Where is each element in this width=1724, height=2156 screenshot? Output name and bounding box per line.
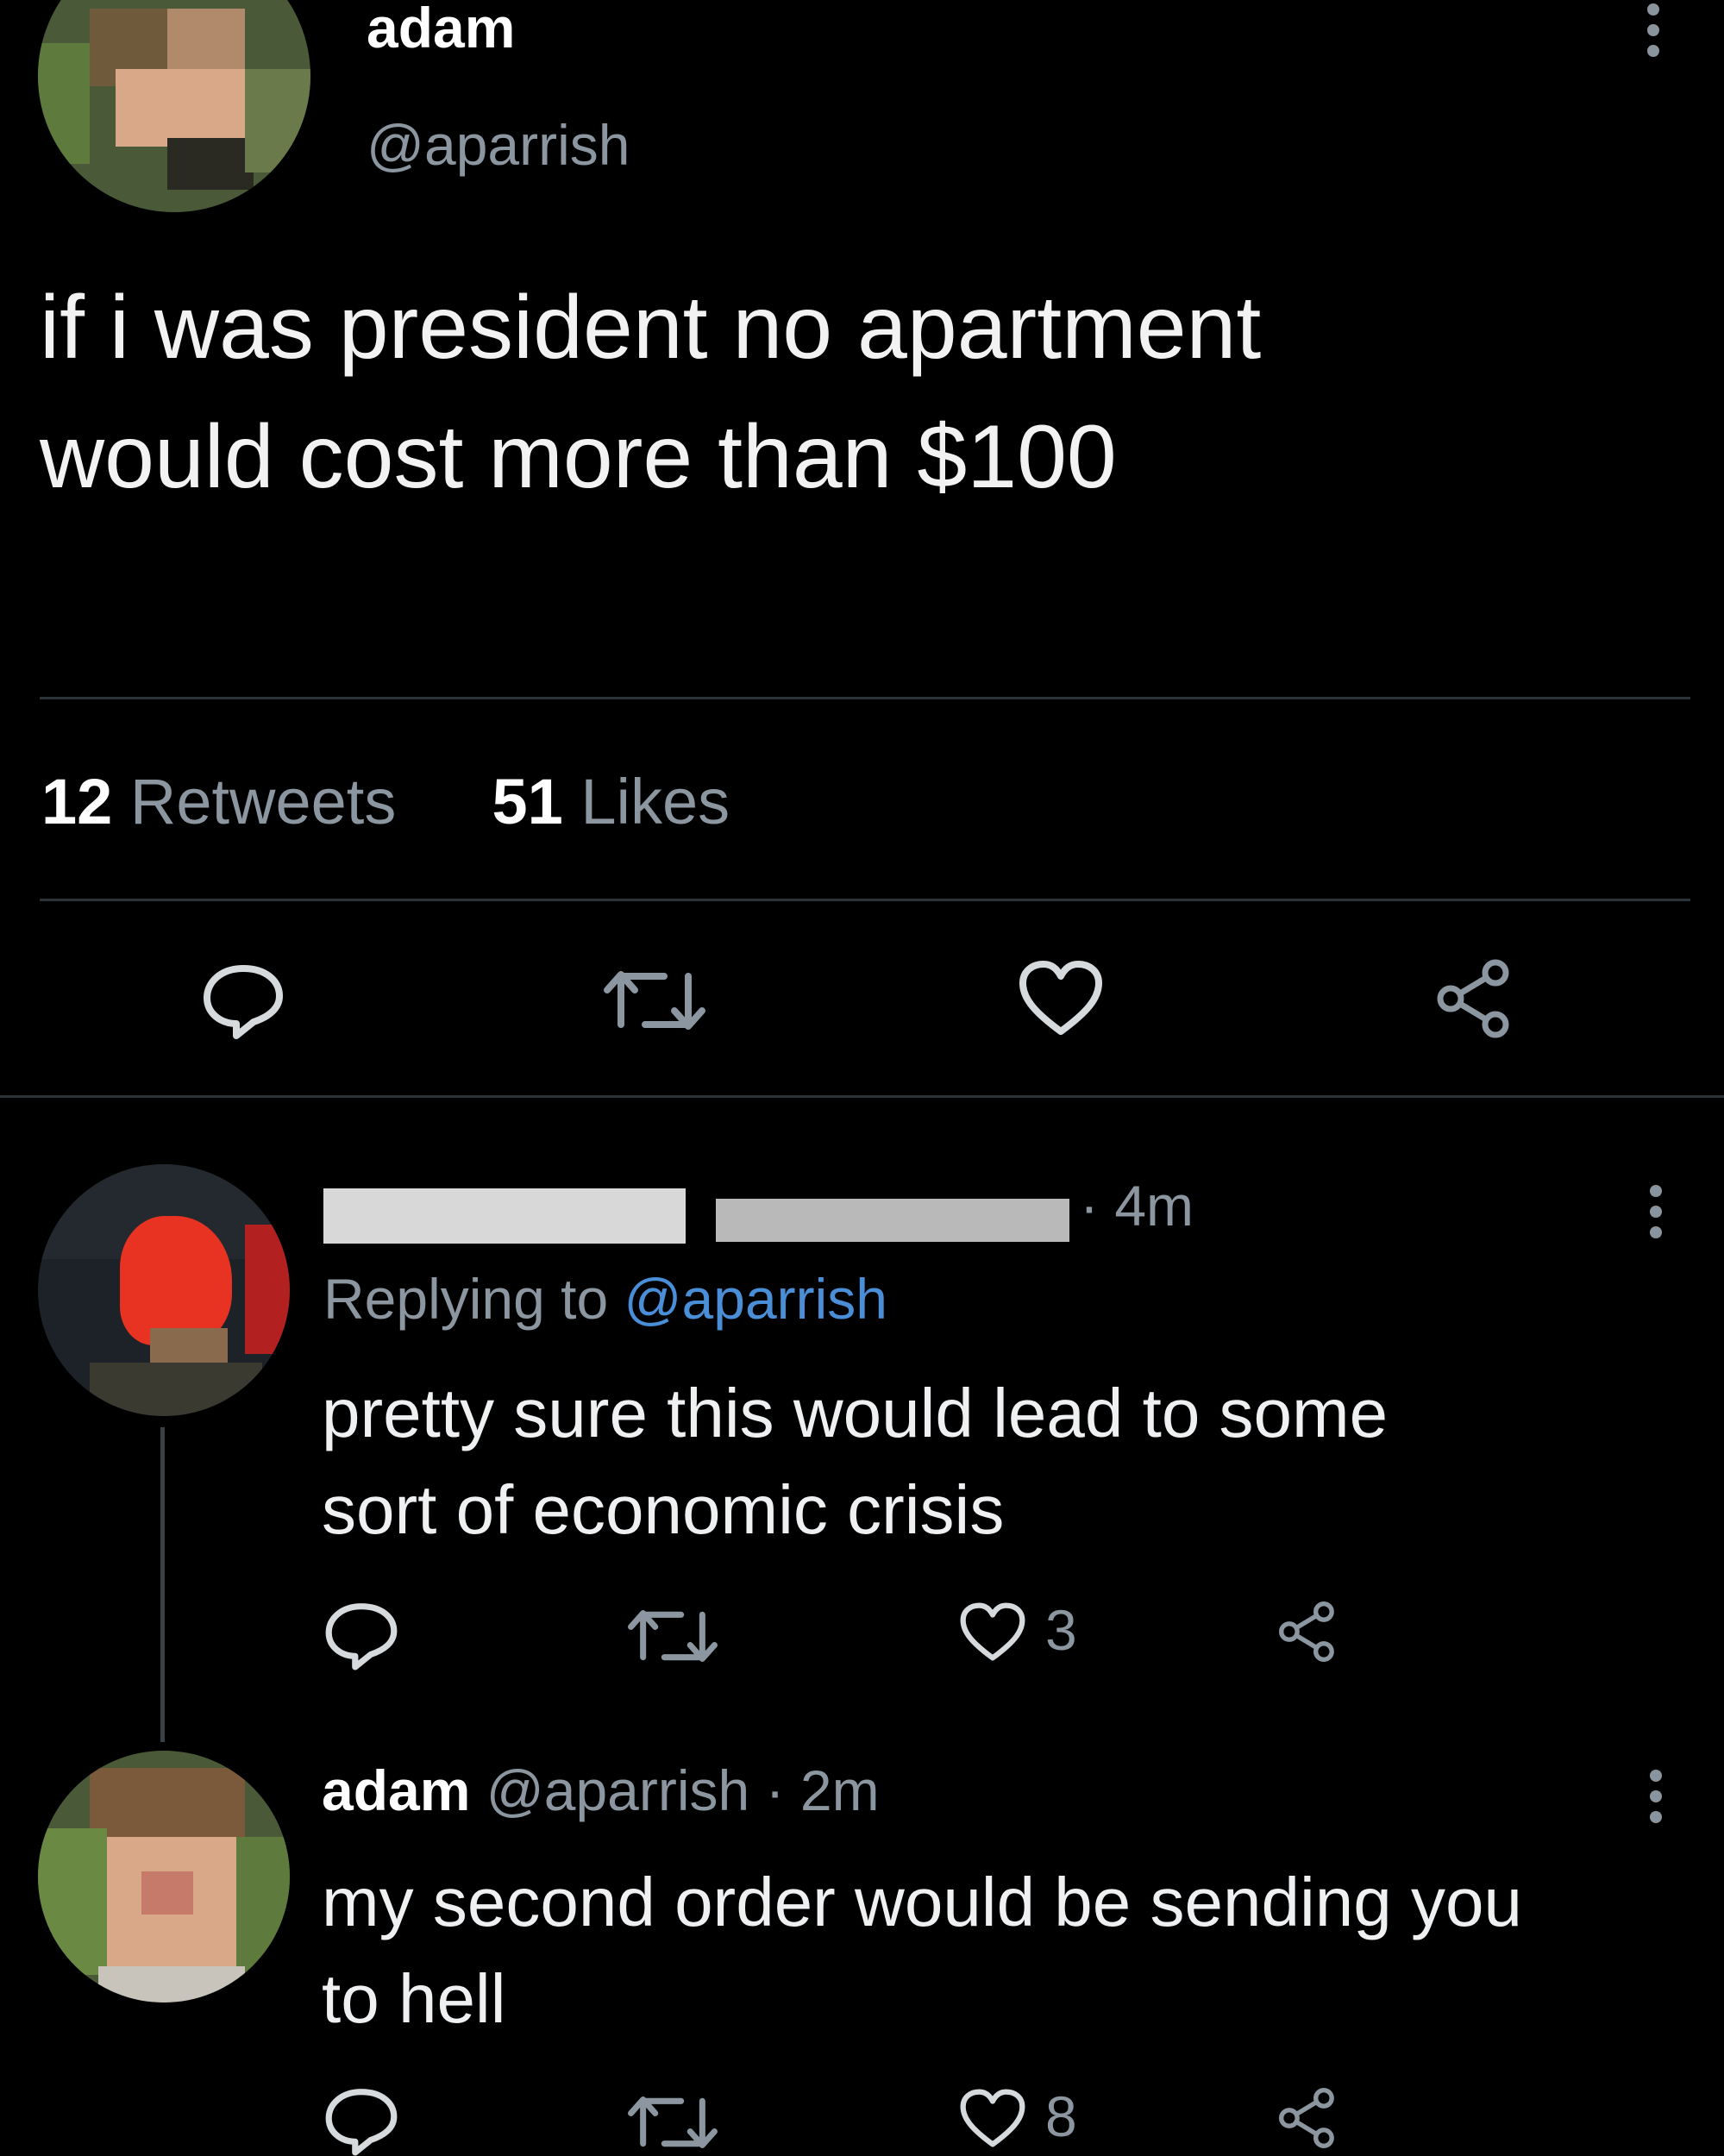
reply-text: my second order would be sending you to …: [322, 1854, 1522, 2047]
reply-icon[interactable]: [200, 962, 286, 1039]
reply-icon[interactable]: [323, 2085, 400, 2156]
replying-to: Replying to @aparrish: [323, 1266, 887, 1332]
reply-text-line: my second order would be sending you: [322, 1864, 1522, 1940]
author-handle[interactable]: @aparrish: [486, 1758, 749, 1822]
tweet-text: if i was president no apartment would co…: [40, 263, 1261, 522]
likes-label[interactable]: Likes: [580, 766, 730, 837]
redacted-handle: [716, 1199, 1069, 1242]
reply-text-line: pretty sure this would lead to some: [322, 1375, 1389, 1451]
like-icon[interactable]: [1018, 959, 1104, 1037]
retweets-count[interactable]: 12: [41, 766, 112, 837]
redacted-username: [323, 1188, 686, 1244]
share-icon[interactable]: [1432, 959, 1521, 1038]
reply-text-line: to hell: [322, 1960, 506, 2037]
avatar[interactable]: [38, 1164, 290, 1416]
tweet-text-line: if i was president no apartment: [40, 278, 1262, 378]
like-count: 3: [1045, 1598, 1077, 1662]
tweet-text-line: would cost more than $100: [40, 407, 1117, 507]
retweet-icon[interactable]: [604, 964, 705, 1037]
reply-header: adam @aparrish · 2m: [322, 1756, 880, 1825]
more-icon[interactable]: [1647, 3, 1659, 66]
more-icon[interactable]: [1650, 1770, 1662, 1832]
reply-icon[interactable]: [323, 1600, 400, 1670]
divider: [0, 1095, 1724, 1098]
author-name[interactable]: adam: [367, 0, 515, 62]
author-name[interactable]: adam: [322, 1758, 470, 1822]
avatar[interactable]: [38, 0, 310, 212]
reply-text-line: sort of economic crisis: [322, 1471, 1005, 1548]
share-icon[interactable]: [1275, 2087, 1344, 2149]
like-count: 8: [1045, 2084, 1077, 2148]
author-handle[interactable]: @aparrish: [367, 112, 630, 178]
retweets-label[interactable]: Retweets: [130, 766, 396, 837]
like-icon[interactable]: [959, 2087, 1026, 2149]
likes-count[interactable]: 51: [492, 766, 562, 837]
tweet-stats: 12 Retweets 51 Likes: [41, 763, 730, 841]
divider: [40, 697, 1690, 699]
retweet-icon[interactable]: [628, 1604, 718, 1668]
replying-handle-link[interactable]: @aparrish: [624, 1267, 887, 1331]
avatar[interactable]: [38, 1751, 290, 2002]
reply-text: pretty sure this would lead to some sort…: [322, 1365, 1388, 1558]
more-icon[interactable]: [1650, 1185, 1662, 1247]
retweet-icon[interactable]: [628, 2090, 718, 2154]
share-icon[interactable]: [1275, 1601, 1344, 1663]
reply-time: · 4m: [1080, 1174, 1194, 1238]
like-icon[interactable]: [959, 1601, 1026, 1663]
reply-time: · 2m: [765, 1758, 880, 1822]
thread-line: [160, 1427, 165, 1742]
divider: [40, 899, 1690, 901]
replying-prefix: Replying to: [323, 1267, 609, 1331]
